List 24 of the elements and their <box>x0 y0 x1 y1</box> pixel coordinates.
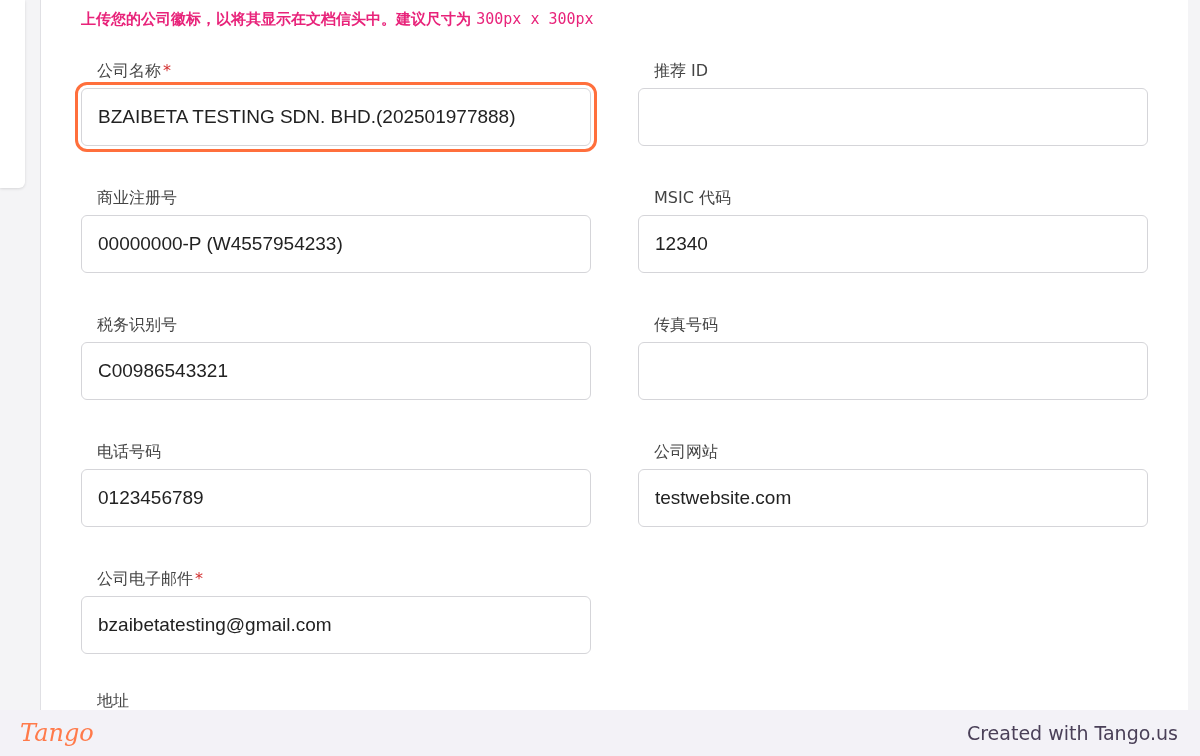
tango-logo: Tango <box>20 719 94 747</box>
input-field[interactable]: 12340 <box>638 215 1148 273</box>
upload-hint: 上传您的公司徽标，以将其显示在文档信头中。建议尺寸为 300px x 300px <box>81 10 595 30</box>
field-label: 商业注册号 <box>96 187 178 209</box>
field-label: 税务识别号 <box>96 314 178 336</box>
input-field[interactable]: BZAIBETA TESTING SDN. BHD.(202501977888) <box>81 88 591 146</box>
field-label: MSIC 代码 <box>653 187 732 209</box>
input-field[interactable]: testwebsite.com <box>638 469 1148 527</box>
field-label: 地址 <box>96 690 130 712</box>
required-mark: * <box>163 61 171 80</box>
field-label: 公司网站 <box>653 441 719 463</box>
field-label: 传真号码 <box>653 314 719 336</box>
input-field[interactable]: C00986543321 <box>81 342 591 400</box>
input-field[interactable]: bzaibetatesting@gmail.com <box>81 596 591 654</box>
input-field[interactable] <box>638 342 1148 400</box>
field-label: 公司名称* <box>96 60 172 82</box>
input-field[interactable]: 0123456789 <box>81 469 591 527</box>
input-field[interactable] <box>638 88 1148 146</box>
required-mark: * <box>195 569 203 588</box>
input-field[interactable]: 00000000-P (W4557954233) <box>81 215 591 273</box>
field-label: 电话号码 <box>96 441 162 463</box>
credit-text: Created with Tango.us <box>966 722 1178 744</box>
field-label: 推荐 ID <box>653 60 710 82</box>
field-label: 公司电子邮件* <box>96 568 204 590</box>
